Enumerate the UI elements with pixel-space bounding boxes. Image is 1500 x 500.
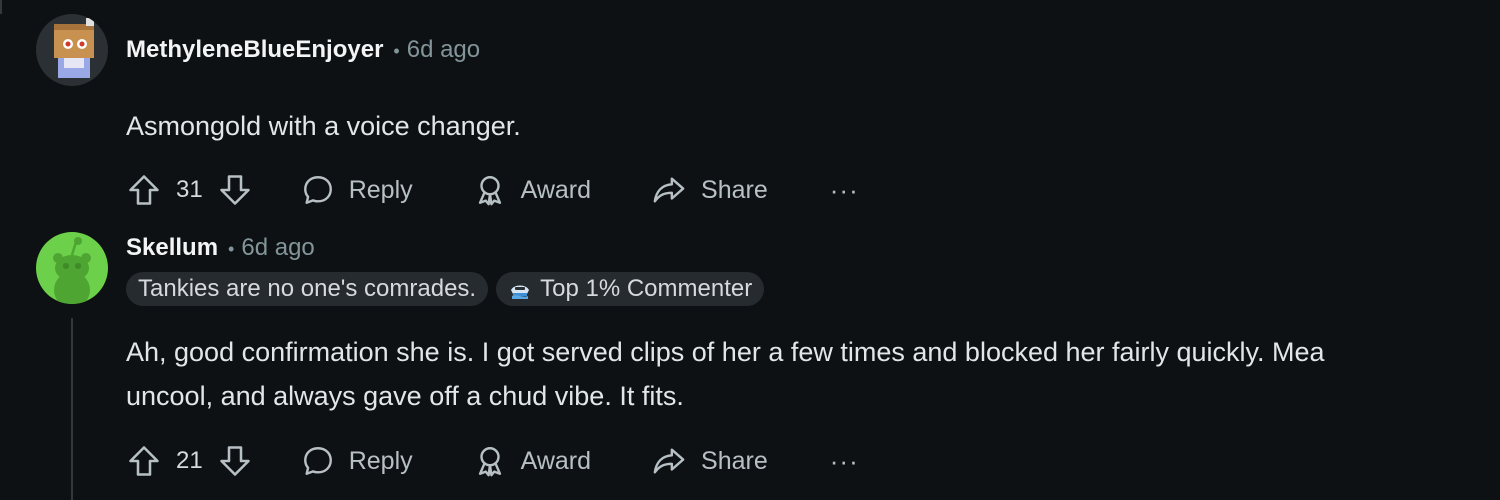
comment-body: Asmongold with a voice changer.: [126, 104, 521, 148]
comment-bubble-icon: [301, 444, 335, 478]
comment-bubble-icon: [301, 173, 335, 207]
share-arrow-icon: [651, 444, 687, 478]
timestamp[interactable]: 6d ago: [241, 234, 314, 262]
reply-label: Reply: [348, 446, 413, 475]
flair-row: Tankies are no one's comrades. Top 1% Co…: [126, 272, 765, 306]
downvote-icon[interactable]: [217, 172, 253, 208]
comment-meta: MethyleneBlueEnjoyer • 6d ago: [126, 36, 480, 64]
top-commenter-badge[interactable]: Top 1% Commenter: [496, 272, 765, 306]
vote-group: 21: [126, 443, 253, 479]
upvote-icon[interactable]: [126, 172, 162, 208]
user-flair-text: Tankies are no one's comrades.: [138, 275, 477, 302]
reply-button[interactable]: Reply: [301, 444, 413, 478]
thread-line-reply: [71, 318, 73, 500]
comment-meta: Skellum • 6d ago: [126, 234, 315, 262]
meta-separator: •: [393, 41, 400, 61]
avatar[interactable]: [36, 232, 108, 304]
more-options-button[interactable]: ···: [830, 446, 859, 477]
action-bar: 21 Reply Award Share ···: [126, 439, 859, 483]
downvote-icon[interactable]: [217, 443, 253, 479]
top-commenter-label: Top 1% Commenter: [540, 275, 753, 302]
award-label: Award: [520, 175, 592, 204]
award-icon: [473, 173, 507, 207]
vote-count: 31: [176, 176, 203, 203]
author-name[interactable]: Skellum: [126, 234, 218, 262]
thread-line-top: [0, 0, 2, 14]
vote-group: 31: [126, 172, 253, 208]
comment-body: Ah, good confirmation she is. I got serv…: [126, 330, 1325, 418]
more-icon: ···: [829, 445, 859, 476]
meta-separator: •: [228, 239, 235, 259]
more-icon: ···: [829, 174, 859, 205]
avatar[interactable]: [36, 14, 108, 86]
share-label: Share: [701, 175, 768, 204]
author-name[interactable]: MethyleneBlueEnjoyer: [126, 36, 383, 64]
more-options-button[interactable]: ···: [830, 175, 859, 206]
award-button[interactable]: Award: [473, 444, 591, 478]
award-label: Award: [520, 446, 592, 475]
share-button[interactable]: Share: [651, 444, 768, 478]
timestamp[interactable]: 6d ago: [407, 36, 480, 64]
share-label: Share: [701, 446, 768, 475]
award-icon: [473, 444, 507, 478]
comment-body-line: Ah, good confirmation she is. I got serv…: [126, 337, 1325, 367]
vote-count: 21: [176, 447, 203, 474]
comment-body-line: uncool, and always gave off a chud vibe.…: [126, 381, 684, 411]
award-button[interactable]: Award: [473, 173, 591, 207]
reply-button[interactable]: Reply: [301, 173, 413, 207]
share-arrow-icon: [651, 173, 687, 207]
cardboard-box-avatar-icon: [36, 14, 108, 86]
comment-body-line: Asmongold with a voice changer.: [126, 111, 521, 141]
reply-label: Reply: [348, 175, 413, 204]
share-button[interactable]: Share: [651, 173, 768, 207]
user-flair[interactable]: Tankies are no one's comrades.: [126, 272, 489, 306]
upvote-icon[interactable]: [126, 443, 162, 479]
action-bar: 31 Reply Award Share ···: [126, 168, 859, 212]
top-commenter-icon: [508, 278, 532, 300]
green-snoo-avatar-icon: [36, 232, 108, 304]
